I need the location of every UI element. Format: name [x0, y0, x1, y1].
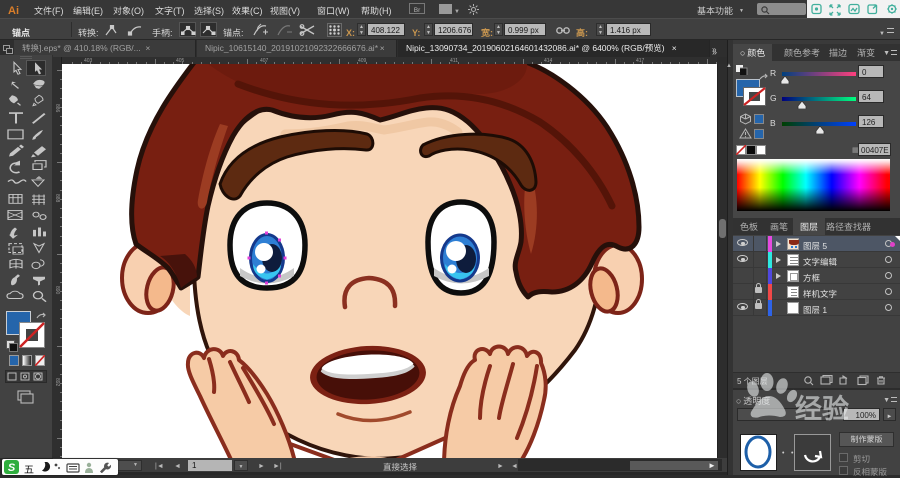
svg-text:经验: 经验	[795, 387, 849, 426]
